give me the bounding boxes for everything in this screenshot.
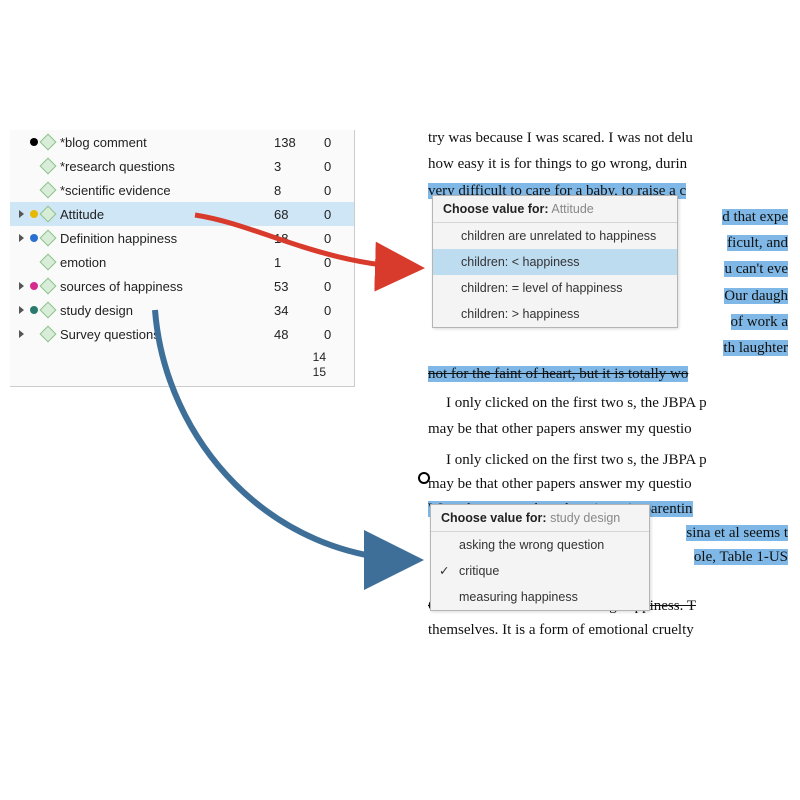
color-dot-icon	[30, 234, 38, 242]
code-row[interactable]: sources of happiness530	[10, 274, 354, 298]
code-count: 18	[274, 231, 324, 246]
menu-item[interactable]: measuring happiness	[431, 584, 649, 610]
color-dot-icon	[30, 258, 38, 266]
color-dot-icon	[30, 186, 38, 194]
code-zero: 0	[324, 255, 354, 270]
code-label: *research questions	[60, 159, 274, 174]
menu-item[interactable]: critique	[431, 558, 649, 584]
code-row[interactable]: study design340	[10, 298, 354, 322]
code-count: 138	[274, 135, 324, 150]
expander-icon[interactable]	[16, 281, 26, 291]
menu-item[interactable]: children are unrelated to happiness	[433, 223, 677, 249]
expander-icon[interactable]	[16, 233, 26, 243]
choose-value-menu-study-design[interactable]: Choose value for: study design asking th…	[430, 504, 650, 611]
code-label: study design	[60, 303, 274, 318]
diamond-icon	[40, 182, 57, 199]
color-dot-icon	[30, 330, 38, 338]
diamond-icon	[40, 254, 57, 271]
code-zero: 0	[324, 159, 354, 174]
diamond-icon	[40, 278, 57, 295]
menu-header: Choose value for: study design	[431, 505, 649, 532]
code-label: Definition happiness	[60, 231, 274, 246]
code-row[interactable]: emotion10	[10, 250, 354, 274]
code-zero: 0	[324, 327, 354, 342]
diamond-icon	[40, 158, 57, 175]
menu-item[interactable]: children: = level of happiness	[433, 275, 677, 301]
diamond-icon	[40, 134, 57, 151]
code-count: 68	[274, 207, 324, 222]
color-dot-icon	[30, 210, 38, 218]
code-count: 48	[274, 327, 324, 342]
code-row[interactable]: *blog comment1380	[10, 130, 354, 154]
diamond-icon	[40, 326, 57, 343]
code-row[interactable]: Attitude680	[10, 202, 354, 226]
code-zero: 0	[324, 303, 354, 318]
code-label: Survey questions	[60, 327, 274, 342]
code-row[interactable]: Definition happiness180	[10, 226, 354, 250]
code-count: 34	[274, 303, 324, 318]
code-row[interactable]: *research questions30	[10, 154, 354, 178]
expander-icon	[16, 161, 26, 171]
code-row[interactable]: *scientific evidence80	[10, 178, 354, 202]
code-label: sources of happiness	[60, 279, 274, 294]
code-count: 3	[274, 159, 324, 174]
code-label: Attitude	[60, 207, 274, 222]
code-label: *scientific evidence	[60, 183, 274, 198]
code-zero: 0	[324, 207, 354, 222]
expander-icon	[16, 257, 26, 267]
menu-item[interactable]: children: > happiness	[433, 301, 677, 327]
choose-value-menu-attitude[interactable]: Choose value for: Attitude children are …	[432, 195, 678, 328]
menu-item[interactable]: children: < happiness	[433, 249, 677, 275]
code-zero: 0	[324, 231, 354, 246]
diamond-icon	[40, 206, 57, 223]
code-count: 53	[274, 279, 324, 294]
menu-item[interactable]: asking the wrong question	[431, 532, 649, 558]
expander-icon	[16, 137, 26, 147]
color-dot-icon	[30, 306, 38, 314]
color-dot-icon	[30, 282, 38, 290]
code-count: 8	[274, 183, 324, 198]
code-row[interactable]: Survey questions480	[10, 322, 354, 346]
expander-icon[interactable]	[16, 305, 26, 315]
menu-header: Choose value for: Attitude	[433, 196, 677, 223]
code-panel: *blog comment1380*research questions30*s…	[10, 130, 355, 387]
color-dot-icon	[30, 138, 38, 146]
code-zero: 0	[324, 183, 354, 198]
expander-icon[interactable]	[16, 209, 26, 219]
expander-icon	[16, 185, 26, 195]
expander-icon[interactable]	[16, 329, 26, 339]
code-zero: 0	[324, 135, 354, 150]
diamond-icon	[40, 302, 57, 319]
code-label: *blog comment	[60, 135, 274, 150]
diamond-icon	[40, 230, 57, 247]
code-zero: 0	[324, 279, 354, 294]
code-count: 1	[274, 255, 324, 270]
color-dot-icon	[30, 162, 38, 170]
code-label: emotion	[60, 255, 274, 270]
panel-footer-numbers: 14 15	[10, 350, 354, 380]
